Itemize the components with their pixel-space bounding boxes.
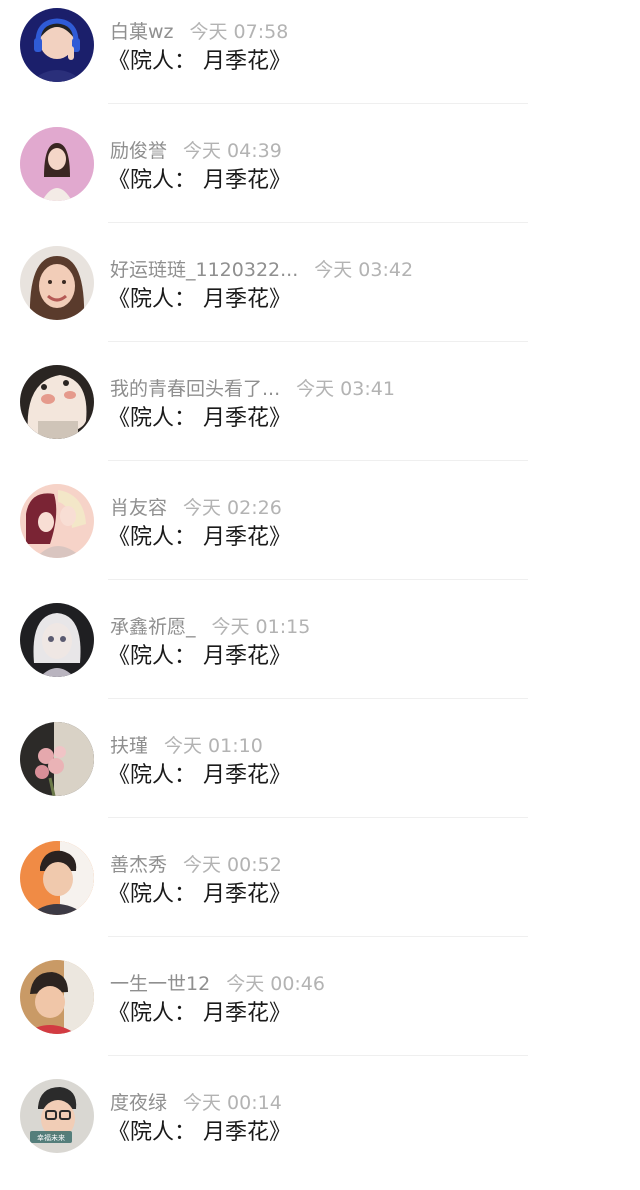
comment-meta: 善杰秀 今天 00:52 [110,851,282,879]
timestamp: 今天 03:42 [314,259,414,281]
comment-item[interactable]: 善杰秀 今天 00:52 《院人： 月季花》 [0,833,640,952]
avatar-caption: 幸福未来 [37,1133,65,1142]
divider [108,579,528,580]
comment-meta: 励俊誉 今天 04:39 [110,137,282,165]
comment-meta: 肖友容 今天 02:26 [110,494,282,522]
avatar[interactable] [20,603,94,677]
comment-text: 《院人： 月季花》 [108,168,291,193]
avatar[interactable] [20,365,94,439]
comment-meta: 度夜绿 今天 00:14 [110,1089,282,1117]
comment-text: 《院人： 月季花》 [108,644,291,669]
comment-item[interactable]: 励俊誉 今天 04:39 《院人： 月季花》 [0,119,640,238]
divider [108,460,528,461]
comment-text: 《院人： 月季花》 [108,882,291,907]
comment-item[interactable]: 肖友容 今天 02:26 《院人： 月季花》 [0,476,640,595]
comment-text: 《院人： 月季花》 [108,763,291,788]
comment-meta: 承鑫祈愿_ 今天 01:15 [110,613,310,641]
divider [108,103,528,104]
timestamp: 今天 03:41 [296,378,395,400]
comment-meta: 一生一世12 今天 00:46 [110,970,325,998]
divider [108,698,528,699]
comment-meta: 扶瑾 今天 01:10 [110,732,263,760]
username[interactable]: 扶瑾 [110,735,148,757]
avatar[interactable]: 幸福未来 [20,1079,94,1153]
comment-list: 白菓wz 今天 07:58 《院人： 月季花》 励俊誉 今天 04:39 《院人： … [0,0,640,1176]
divider [108,341,528,342]
username[interactable]: 白菓wz [110,21,174,43]
comment-text: 《院人： 月季花》 [108,287,291,312]
comment-meta: 好运琏琏_1120322... 今天 03:42 [110,256,413,284]
comment-text: 《院人： 月季花》 [108,525,291,550]
username[interactable]: 我的青春回头看了... [110,378,280,400]
comment-item[interactable]: 承鑫祈愿_ 今天 01:15 《院人： 月季花》 [0,595,640,714]
timestamp: 今天 01:10 [164,735,263,757]
divider [108,817,528,818]
timestamp: 今天 07:58 [189,21,289,43]
avatar[interactable] [20,722,94,796]
avatar[interactable] [20,127,94,201]
timestamp: 今天 00:14 [183,1092,282,1114]
username[interactable]: 一生一世12 [110,973,210,995]
avatar[interactable] [20,960,94,1034]
username[interactable]: 度夜绿 [110,1092,167,1114]
divider [108,936,528,937]
divider [108,222,528,223]
username[interactable]: 承鑫祈愿_ [110,616,196,638]
comment-meta: 白菓wz 今天 07:58 [110,18,288,46]
username[interactable]: 励俊誉 [110,140,167,162]
username[interactable]: 好运琏琏_1120322... [110,259,298,281]
timestamp: 今天 00:46 [226,973,325,995]
comment-item[interactable]: 一生一世12 今天 00:46 《院人： 月季花》 [0,952,640,1071]
comment-text: 《院人： 月季花》 [108,406,291,431]
divider [108,1055,528,1056]
username[interactable]: 肖友容 [110,497,167,519]
avatar[interactable] [20,246,94,320]
avatar[interactable] [20,484,94,558]
username[interactable]: 善杰秀 [110,854,167,876]
timestamp: 今天 02:26 [183,497,282,519]
comment-item[interactable]: 幸福未来 度夜绿 今天 00:14 《院人： 月季花》 [0,1071,640,1190]
comment-meta: 我的青春回头看了... 今天 03:41 [110,375,395,403]
comment-item[interactable]: 我的青春回头看了... 今天 03:41 《院人： 月季花》 [0,357,640,476]
avatar[interactable] [20,841,94,915]
comment-item[interactable]: 扶瑾 今天 01:10 《院人： 月季花》 [0,714,640,833]
avatar[interactable] [20,8,94,82]
comment-item[interactable]: 好运琏琏_1120322... 今天 03:42 《院人： 月季花》 [0,238,640,357]
comment-text: 《院人： 月季花》 [108,49,291,74]
comment-item[interactable]: 白菓wz 今天 07:58 《院人： 月季花》 [0,0,640,119]
comment-text: 《院人： 月季花》 [108,1120,291,1145]
timestamp: 今天 04:39 [183,140,282,162]
comment-text: 《院人： 月季花》 [108,1001,291,1026]
timestamp: 今天 00:52 [183,854,282,876]
timestamp: 今天 01:15 [211,616,311,638]
